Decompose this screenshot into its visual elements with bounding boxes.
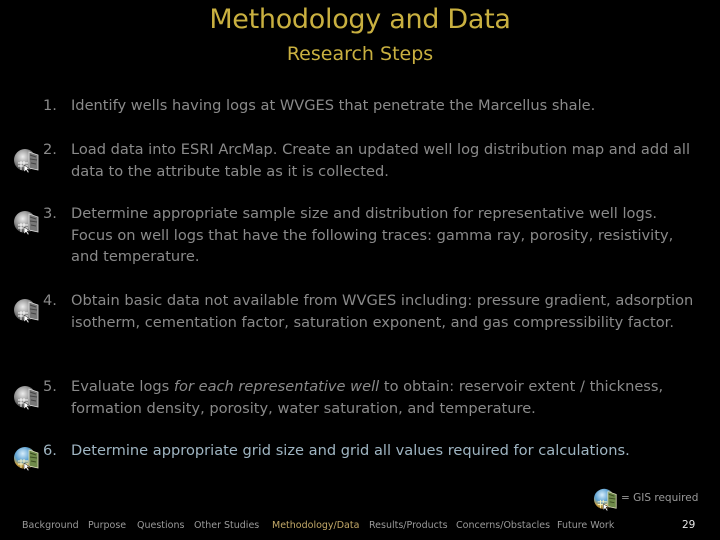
step-number: 4. — [43, 292, 57, 309]
gis-required-icon — [13, 208, 41, 236]
step-number: 3. — [43, 205, 57, 222]
slide-subtitle: Research Steps — [286, 43, 434, 65]
step-emphasis: for each representative well — [173, 378, 380, 395]
gis-required-icon — [13, 296, 41, 324]
page-number: 29 — [682, 519, 696, 531]
gis-globe-map-icon — [593, 486, 619, 512]
nav-future-work[interactable]: Future Work — [557, 520, 614, 531]
slide-title: Methodology and Data — [209, 4, 511, 35]
gis-required-icon — [13, 146, 41, 174]
gis-required-icon — [13, 444, 41, 472]
step-number: 1. — [43, 97, 57, 114]
step-number: 2. — [43, 141, 57, 158]
step-number: 6. — [43, 442, 57, 459]
nav-background[interactable]: Background — [22, 520, 79, 531]
legend-text: = GIS required — [621, 492, 699, 504]
step-number: 5. — [43, 378, 57, 395]
nav-questions[interactable]: Questions — [137, 520, 184, 531]
nav-other-studies[interactable]: Other Studies — [194, 520, 259, 531]
slide-navigation: Background Purpose Questions Other Studi… — [0, 520, 720, 536]
nav-results-products[interactable]: Results/Products — [369, 520, 448, 531]
nav-methodology-data[interactable]: Methodology/Data — [272, 520, 359, 531]
gis-required-icon — [13, 383, 41, 411]
step-text: Determine appropriate sample size and di… — [71, 205, 674, 265]
step-text: Identify wells having logs at WVGES that… — [71, 97, 596, 114]
step-text: Determine appropriate grid size and grid… — [71, 442, 630, 459]
step-text: Load data into ESRI ArcMap. Create an up… — [71, 141, 691, 180]
nav-concerns-obstacles[interactable]: Concerns/Obstacles — [456, 520, 550, 531]
step-text: Obtain basic data not available from WVG… — [71, 292, 694, 331]
step-text: Evaluate logs for each representative we… — [71, 378, 664, 417]
nav-purpose[interactable]: Purpose — [88, 520, 126, 531]
